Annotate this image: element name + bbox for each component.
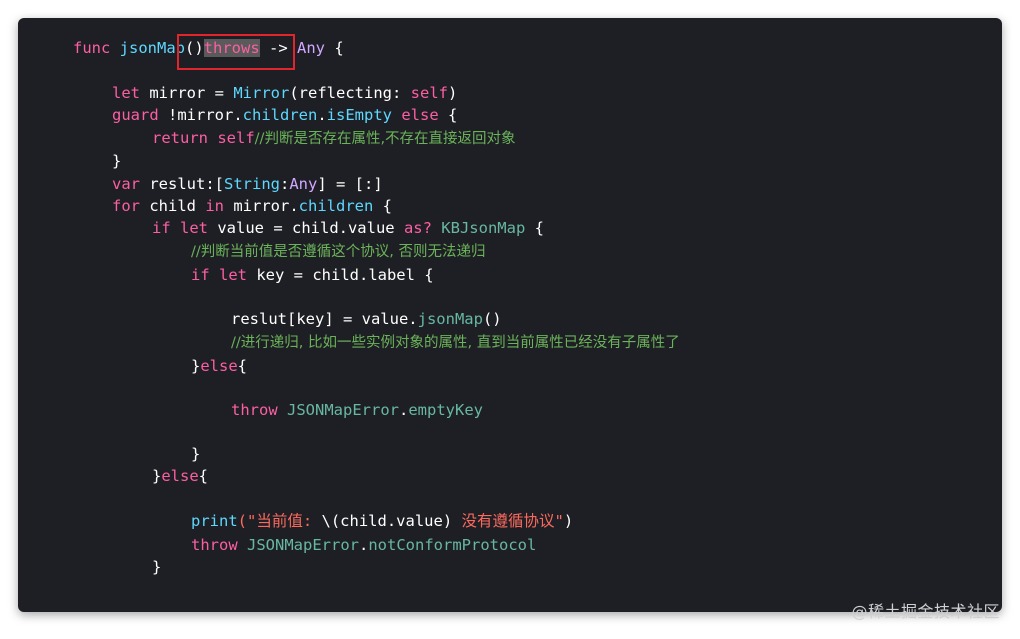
- string-literal: 没有遵循协议": [452, 512, 564, 530]
- code-area[interactable]: func jsonMap()throws -> Any { let mirror…: [18, 18, 1002, 612]
- code-line-18: throw JSONMapError.notConformProtocol: [191, 534, 536, 556]
- keyword-for: for: [112, 197, 140, 215]
- code-line-15: }: [191, 443, 200, 465]
- code-line-19: }: [152, 556, 161, 578]
- type-mirror: Mirror: [233, 84, 290, 102]
- code-text: :: [280, 175, 290, 193]
- code-text: .: [317, 106, 327, 124]
- keyword-as: as?: [403, 219, 432, 237]
- code-comment: //进行递归, 比如一些实例对象的属性, 直到当前属性已经没有子属性了: [231, 335, 680, 351]
- code-text: mirror =: [140, 84, 234, 102]
- code-text: (reflecting:: [289, 84, 411, 102]
- open-brace: {: [325, 39, 344, 57]
- code-line-13: }else{: [191, 355, 247, 377]
- type-jsonmaperror: JSONMapError: [237, 536, 359, 554]
- keyword-else: else: [200, 357, 238, 375]
- return-type: Any: [297, 39, 325, 57]
- case-emptykey: emptyKey: [408, 401, 483, 419]
- open-brace: {: [237, 357, 248, 375]
- keyword-func: func: [73, 39, 111, 57]
- method-jsonmap: jsonMap: [417, 310, 483, 328]
- code-line-8: if let value = child.value as? KBJsonMap…: [152, 217, 544, 239]
- keyword-throw: throw: [231, 401, 278, 419]
- keyword-guard: guard: [112, 106, 159, 124]
- code-text: {: [525, 219, 544, 237]
- string-literal: ("当前值:: [237, 512, 322, 530]
- code-text: ): [447, 84, 458, 102]
- case-notconformprotocol: notConformProtocol: [368, 536, 537, 554]
- code-text: mirror.: [177, 106, 243, 124]
- function-print: print: [191, 512, 238, 530]
- code-line-7: for child in mirror.children {: [112, 195, 392, 217]
- operator-not: !: [158, 106, 178, 124]
- code-line-5: }: [112, 150, 121, 172]
- code-text: (): [482, 310, 502, 328]
- property-children: children: [242, 106, 318, 124]
- close-brace: }: [152, 558, 162, 576]
- code-text: reslut[key] = value.: [231, 310, 418, 328]
- function-name: jsonMap: [119, 39, 185, 57]
- code-line-10: if let key = child.label {: [191, 264, 434, 286]
- property-isempty: isEmpty: [326, 106, 392, 124]
- code-text: reslut:[: [140, 175, 224, 193]
- keyword-let: let: [209, 266, 247, 284]
- code-line-9: //判断当前值是否遵循这个协议, 否则无法递归: [191, 240, 486, 262]
- throws-highlight-box: [177, 34, 295, 70]
- code-text: value = child.value: [208, 219, 404, 237]
- close-brace: }: [191, 357, 201, 375]
- type-kbjsonmap: KBJsonMap: [431, 219, 526, 237]
- code-line-4: return self//判断是否存在属性,不存在直接返回对象: [152, 127, 516, 149]
- code-text: .: [359, 536, 369, 554]
- code-line-14: throw JSONMapError.emptyKey: [231, 399, 483, 421]
- code-text: ] = [:]: [317, 175, 383, 193]
- close-brace: }: [112, 152, 122, 170]
- code-text: mirror.: [224, 197, 299, 215]
- code-text: child: [140, 197, 206, 215]
- type-string: String: [224, 175, 280, 193]
- code-line-11: reslut[key] = value.jsonMap(): [231, 308, 502, 330]
- string-interpolation: \(child.value): [321, 512, 453, 530]
- code-line-16: }else{: [152, 465, 208, 487]
- code-line-2: let mirror = Mirror(reflecting: self): [112, 82, 457, 104]
- close-brace: }: [191, 445, 201, 463]
- open-brace: {: [198, 467, 209, 485]
- code-line-3: guard !mirror.children.isEmpty else {: [112, 104, 457, 126]
- code-comment: //判断是否存在属性,不存在直接返回对象: [254, 131, 516, 147]
- keyword-else: else: [392, 106, 439, 124]
- code-text: .: [399, 401, 409, 419]
- code-line-12: //进行递归, 比如一些实例对象的属性, 直到当前属性已经没有子属性了: [231, 331, 680, 353]
- code-line-6: var reslut:[String:Any] = [:]: [112, 173, 383, 195]
- watermark-text: @稀土掘金技术社区: [851, 602, 1000, 621]
- keyword-in: in: [205, 197, 224, 215]
- code-editor-window: func jsonMap()throws -> Any { let mirror…: [18, 18, 1002, 612]
- keyword-if: if: [152, 219, 171, 237]
- code-text: {: [373, 197, 392, 215]
- keyword-self: self: [410, 84, 448, 102]
- type-jsonmaperror: JSONMapError: [277, 401, 399, 419]
- keyword-throw: throw: [191, 536, 238, 554]
- keyword-let: let: [170, 219, 208, 237]
- keyword-if: if: [191, 266, 210, 284]
- code-comment: //判断当前值是否遵循这个协议, 否则无法递归: [191, 244, 486, 260]
- property-children: children: [298, 197, 374, 215]
- code-text: key = child.label {: [247, 266, 434, 284]
- close-brace: }: [152, 467, 162, 485]
- close-paren: ): [563, 512, 574, 530]
- code-text: {: [438, 106, 458, 124]
- keyword-let: let: [112, 84, 140, 102]
- type-any: Any: [289, 175, 318, 193]
- keyword-return: return: [152, 129, 208, 147]
- keyword-else: else: [161, 467, 199, 485]
- code-line-17: print("当前值: \(child.value) 没有遵循协议"): [191, 510, 573, 532]
- keyword-var: var: [112, 175, 140, 193]
- keyword-self: self: [208, 129, 255, 147]
